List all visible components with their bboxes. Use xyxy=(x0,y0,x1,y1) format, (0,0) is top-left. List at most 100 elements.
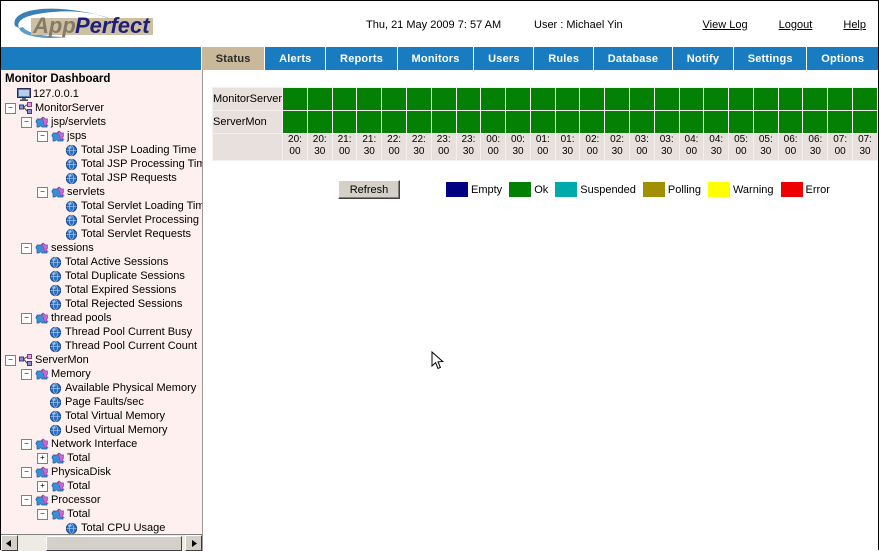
collapse-toggle-icon[interactable]: − xyxy=(21,494,32,506)
expand-toggle-icon[interactable]: + xyxy=(37,452,48,464)
tree-node[interactable]: Total JSP Processing Time xyxy=(3,157,202,171)
status-cell[interactable] xyxy=(529,110,556,134)
tree-node[interactable]: Total Expired Sessions xyxy=(3,283,202,297)
status-cell[interactable] xyxy=(629,87,655,111)
collapse-toggle-icon[interactable]: − xyxy=(37,508,48,520)
tree-node[interactable]: Thread Pool Current Count xyxy=(3,339,202,353)
tree-node[interactable]: Thread Pool Current Busy xyxy=(3,325,202,339)
tree-node[interactable]: Total JSP Loading Time xyxy=(3,143,202,157)
status-cell[interactable] xyxy=(579,110,606,134)
tree-node[interactable]: Total Active Sessions xyxy=(3,255,202,269)
status-cell[interactable] xyxy=(356,87,383,111)
status-cell[interactable] xyxy=(752,87,779,111)
status-cell[interactable] xyxy=(554,110,581,134)
tree-node[interactable]: − PhysicaDisk xyxy=(3,465,202,479)
tree-node[interactable]: Total Servlet Requests xyxy=(3,227,202,241)
status-cell[interactable] xyxy=(405,87,432,111)
tree-node[interactable]: − MonitorServer xyxy=(3,101,202,115)
sidebar-horizontal-scrollbar[interactable] xyxy=(1,534,202,551)
tab-users[interactable]: Users xyxy=(474,47,535,70)
collapse-toggle-icon[interactable]: − xyxy=(21,242,32,254)
collapse-toggle-icon[interactable]: − xyxy=(21,368,32,380)
status-cell[interactable] xyxy=(505,110,531,134)
status-cell[interactable] xyxy=(777,110,804,134)
tab-database[interactable]: Database xyxy=(593,47,674,70)
status-cell[interactable] xyxy=(381,87,407,111)
tree-node[interactable]: Used Virtual Memory xyxy=(3,423,202,437)
tree-node[interactable]: − sessions xyxy=(3,241,202,255)
status-cell[interactable] xyxy=(802,87,829,111)
status-cell[interactable] xyxy=(827,110,854,134)
collapse-toggle-icon[interactable]: − xyxy=(37,130,48,142)
tab-monitors[interactable]: Monitors xyxy=(397,47,475,70)
tree-node[interactable]: Total CPU Usage xyxy=(3,521,202,535)
scrollbar-track[interactable] xyxy=(18,535,185,551)
status-cell[interactable] xyxy=(430,87,457,111)
status-cell[interactable] xyxy=(852,110,878,134)
tree-node[interactable]: − Network Interface xyxy=(3,437,202,451)
tree-node[interactable]: + Total xyxy=(3,479,202,493)
tree-node[interactable]: − jsps xyxy=(3,129,202,143)
status-cell[interactable] xyxy=(356,110,383,134)
collapse-toggle-icon[interactable]: − xyxy=(5,354,16,366)
tab-settings[interactable]: Settings xyxy=(733,47,808,70)
status-cell[interactable] xyxy=(331,110,358,134)
tab-status[interactable]: Status xyxy=(202,47,266,70)
status-cell[interactable] xyxy=(306,87,333,111)
status-cell[interactable] xyxy=(777,87,804,111)
tree-node[interactable]: + Total xyxy=(3,451,202,465)
status-cell[interactable] xyxy=(405,110,432,134)
status-cell[interactable] xyxy=(629,110,655,134)
tree-node[interactable]: − thread pools xyxy=(3,311,202,325)
scroll-right-icon[interactable] xyxy=(185,535,202,551)
status-cell[interactable] xyxy=(703,87,730,111)
collapse-toggle-icon[interactable]: − xyxy=(21,116,32,128)
status-cell[interactable] xyxy=(653,87,680,111)
tree-node[interactable]: Total Virtual Memory xyxy=(3,409,202,423)
tree-node[interactable]: Total JSP Requests xyxy=(3,171,202,185)
tab-reports[interactable]: Reports xyxy=(326,47,398,70)
status-cell[interactable] xyxy=(728,87,754,111)
status-cell[interactable] xyxy=(331,87,358,111)
status-cell[interactable] xyxy=(827,87,854,111)
tab-options[interactable]: Options xyxy=(807,47,878,70)
tree-node[interactable]: − jsp/servlets xyxy=(3,115,202,129)
tree-node[interactable]: − Processor xyxy=(3,493,202,507)
status-cell[interactable] xyxy=(381,110,407,134)
tree-node[interactable]: Page Faults/sec xyxy=(3,395,202,409)
tree-node[interactable]: 127.0.0.1 xyxy=(3,87,202,101)
tree-node[interactable]: − Memory xyxy=(3,367,202,381)
status-cell[interactable] xyxy=(802,110,829,134)
status-cell[interactable] xyxy=(529,87,556,111)
status-cell[interactable] xyxy=(505,87,531,111)
status-cell[interactable] xyxy=(306,110,333,134)
scroll-left-icon[interactable] xyxy=(1,535,18,551)
status-cell[interactable] xyxy=(653,110,680,134)
view-log-link[interactable]: View Log xyxy=(703,19,748,31)
status-cell[interactable] xyxy=(480,87,507,111)
status-cell[interactable] xyxy=(604,110,631,134)
status-cell[interactable] xyxy=(455,87,482,111)
tree-node[interactable]: − ServerMon xyxy=(3,353,202,367)
status-cell[interactable] xyxy=(604,87,631,111)
collapse-toggle-icon[interactable]: − xyxy=(21,466,32,478)
help-link[interactable]: Help xyxy=(843,19,866,31)
tree-node[interactable]: Total Rejected Sessions xyxy=(3,297,202,311)
status-cell[interactable] xyxy=(579,87,606,111)
tree-node[interactable]: Total Servlet Processing Time xyxy=(3,213,202,227)
tab-alerts[interactable]: Alerts xyxy=(265,47,327,70)
status-cell[interactable] xyxy=(455,110,482,134)
status-cell[interactable] xyxy=(554,87,581,111)
collapse-toggle-icon[interactable]: − xyxy=(21,438,32,450)
tab-notify[interactable]: Notify xyxy=(673,47,734,70)
status-cell[interactable] xyxy=(678,110,705,134)
collapse-toggle-icon[interactable]: − xyxy=(37,186,48,198)
status-cell[interactable] xyxy=(282,87,308,111)
tab-rules[interactable]: Rules xyxy=(534,47,594,70)
expand-toggle-icon[interactable]: + xyxy=(37,480,48,492)
status-cell[interactable] xyxy=(678,87,705,111)
status-cell[interactable] xyxy=(728,110,754,134)
collapse-toggle-icon[interactable]: − xyxy=(5,102,16,114)
status-cell[interactable] xyxy=(703,110,730,134)
logout-link[interactable]: Logout xyxy=(779,19,813,31)
